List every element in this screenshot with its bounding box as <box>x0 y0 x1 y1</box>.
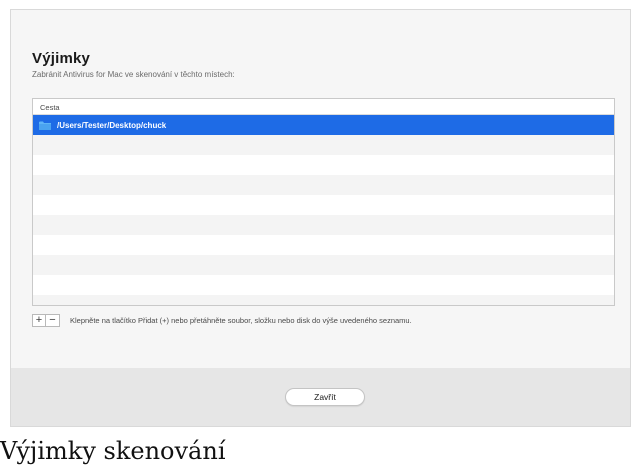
table-row <box>33 215 614 235</box>
table-row <box>33 135 614 155</box>
figure-caption: Výjimky skenování <box>0 437 226 465</box>
table-row <box>33 275 614 295</box>
exclusions-panel: Výjimky Zabránit Antivirus for Mac ve sk… <box>11 10 630 368</box>
toolbar-hint: Klepněte na tlačítko Přidat (+) nebo pře… <box>70 315 412 325</box>
row-path: /Users/Tester/Desktop/chuck <box>57 120 167 130</box>
close-button[interactable]: Zavřít <box>285 388 365 406</box>
exclusions-window: Výjimky Zabránit Antivirus for Mac ve sk… <box>10 9 631 427</box>
table-row <box>33 235 614 255</box>
exclusions-table[interactable]: Cesta /Users/Tester/Desktop/chuck <box>32 98 615 306</box>
dialog-title: Výjimky <box>32 50 91 67</box>
dialog-footer: Zavřít <box>11 368 630 426</box>
table-row <box>33 155 614 175</box>
remove-button[interactable]: − <box>46 313 60 327</box>
folder-icon <box>39 121 51 130</box>
add-button[interactable]: + <box>32 313 46 327</box>
table-row <box>33 195 614 215</box>
column-header-path[interactable]: Cesta <box>33 99 614 115</box>
dialog-subtitle: Zabránit Antivirus for Mac ve skenování … <box>32 70 235 79</box>
table-row <box>33 255 614 275</box>
table-row <box>33 175 614 195</box>
table-row <box>33 295 614 305</box>
table-row[interactable]: /Users/Tester/Desktop/chuck <box>33 115 614 135</box>
table-toolbar: + − Klepněte na tlačítko Přidat (+) nebo… <box>32 313 412 327</box>
